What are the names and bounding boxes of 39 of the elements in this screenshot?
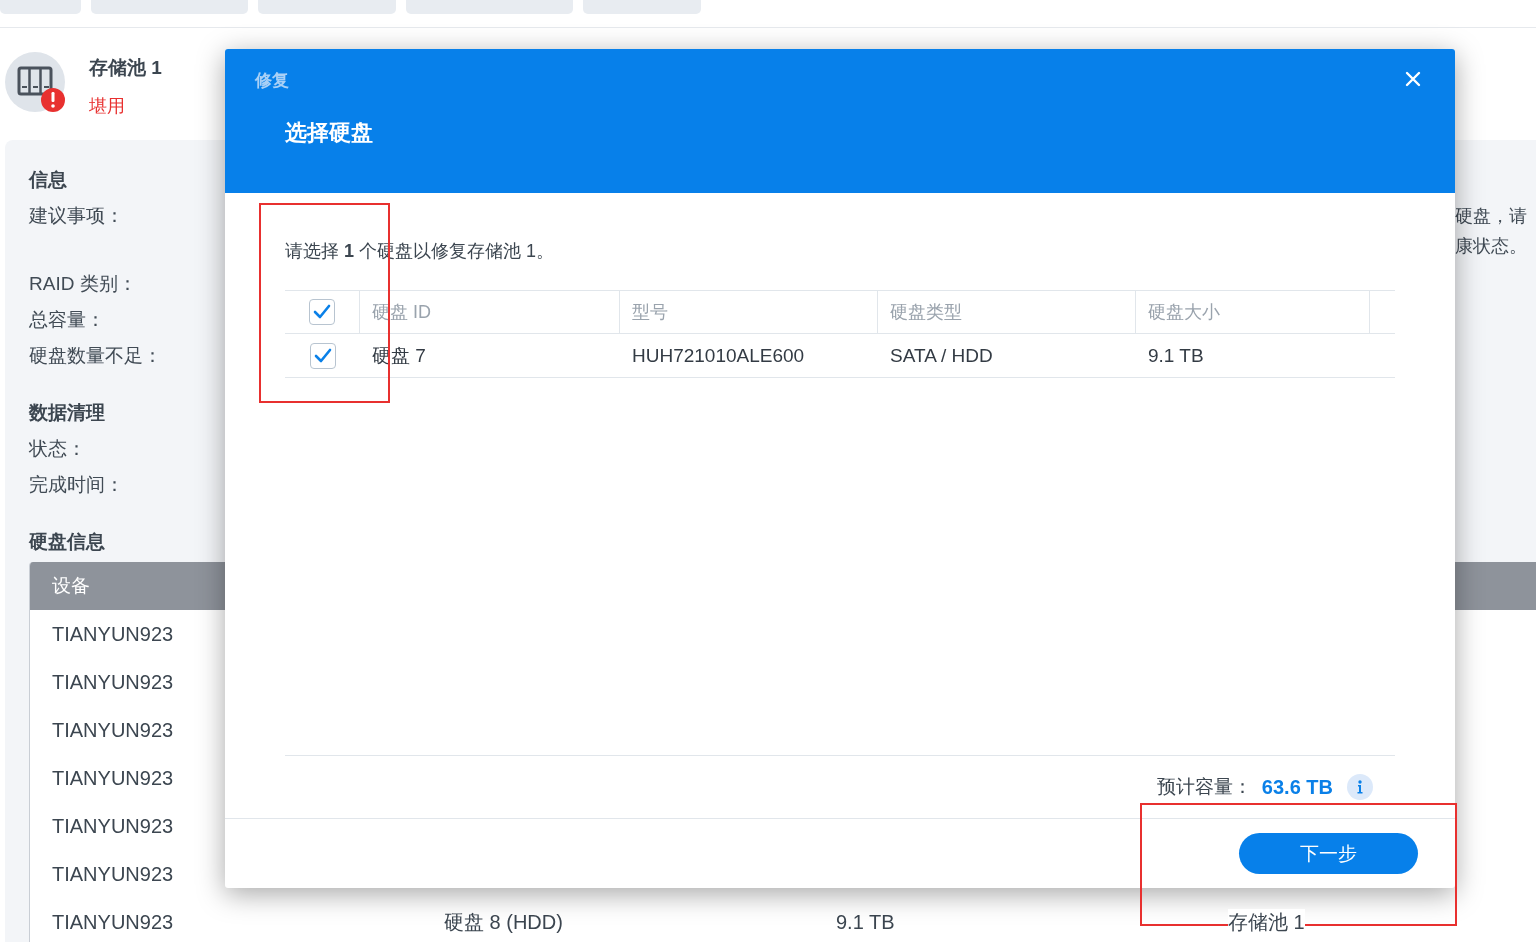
- field-label: 完成时间：: [29, 473, 124, 497]
- capacity-value: 63.6 TB: [1261, 775, 1333, 799]
- column-header: 硬盘大小: [1136, 291, 1370, 333]
- dialog-title: 修复: [255, 69, 289, 92]
- step-title: 选择硬盘: [285, 119, 374, 147]
- column-header: 型号: [620, 291, 878, 333]
- table-cell-text: TIANYUN923: [52, 862, 175, 886]
- field-label: 建议事项：: [29, 204, 124, 228]
- capacity-label: 预计容量：: [1156, 775, 1252, 799]
- table-cell-text: TIANYUN923: [52, 670, 175, 694]
- section-title: 硬盘信息: [29, 530, 106, 554]
- section-title: 数据清理: [29, 401, 106, 425]
- table-cell-text: TIANYUN923: [52, 910, 175, 934]
- field-label: RAID 类别：: [29, 272, 137, 296]
- column-header: 硬盘类型: [878, 291, 1136, 333]
- table-cell-text: TIANYUN923: [52, 766, 175, 790]
- table-cell-text: TIANYUN923: [52, 622, 175, 646]
- table-cell-text: 9.1 TB: [1147, 343, 1205, 368]
- table-cell-text: HUH721010ALE600: [631, 343, 806, 368]
- advice-text: 康状态。: [1455, 235, 1528, 258]
- table-cell-text: TIANYUN923: [52, 718, 175, 742]
- next-button[interactable]: 下一步: [1239, 833, 1418, 874]
- storage-pool-icon: [5, 52, 67, 114]
- info-icon[interactable]: [1347, 774, 1373, 800]
- select-all-checkbox[interactable]: [309, 299, 335, 325]
- field-label: 总容量：: [29, 308, 105, 332]
- pool-name: 存储池 1: [89, 56, 162, 80]
- row-checkbox[interactable]: [309, 342, 336, 369]
- field-label: 硬盘数量不足：: [29, 344, 162, 368]
- table-cell-text: 9.1 TB: [836, 910, 896, 934]
- pool-status: 堪用: [89, 95, 126, 118]
- table-cell-text: TIANYUN923: [52, 814, 175, 838]
- close-icon[interactable]: [1405, 71, 1421, 87]
- section-title: 信息: [29, 168, 68, 192]
- table-cell-text: 硬盘 8 (HDD): [444, 909, 564, 935]
- column-header: 设备: [52, 574, 90, 598]
- field-label: 状态：: [29, 437, 86, 461]
- table-cell-text: SATA / HDD: [889, 343, 994, 368]
- advice-text: 硬盘，请: [1455, 205, 1528, 228]
